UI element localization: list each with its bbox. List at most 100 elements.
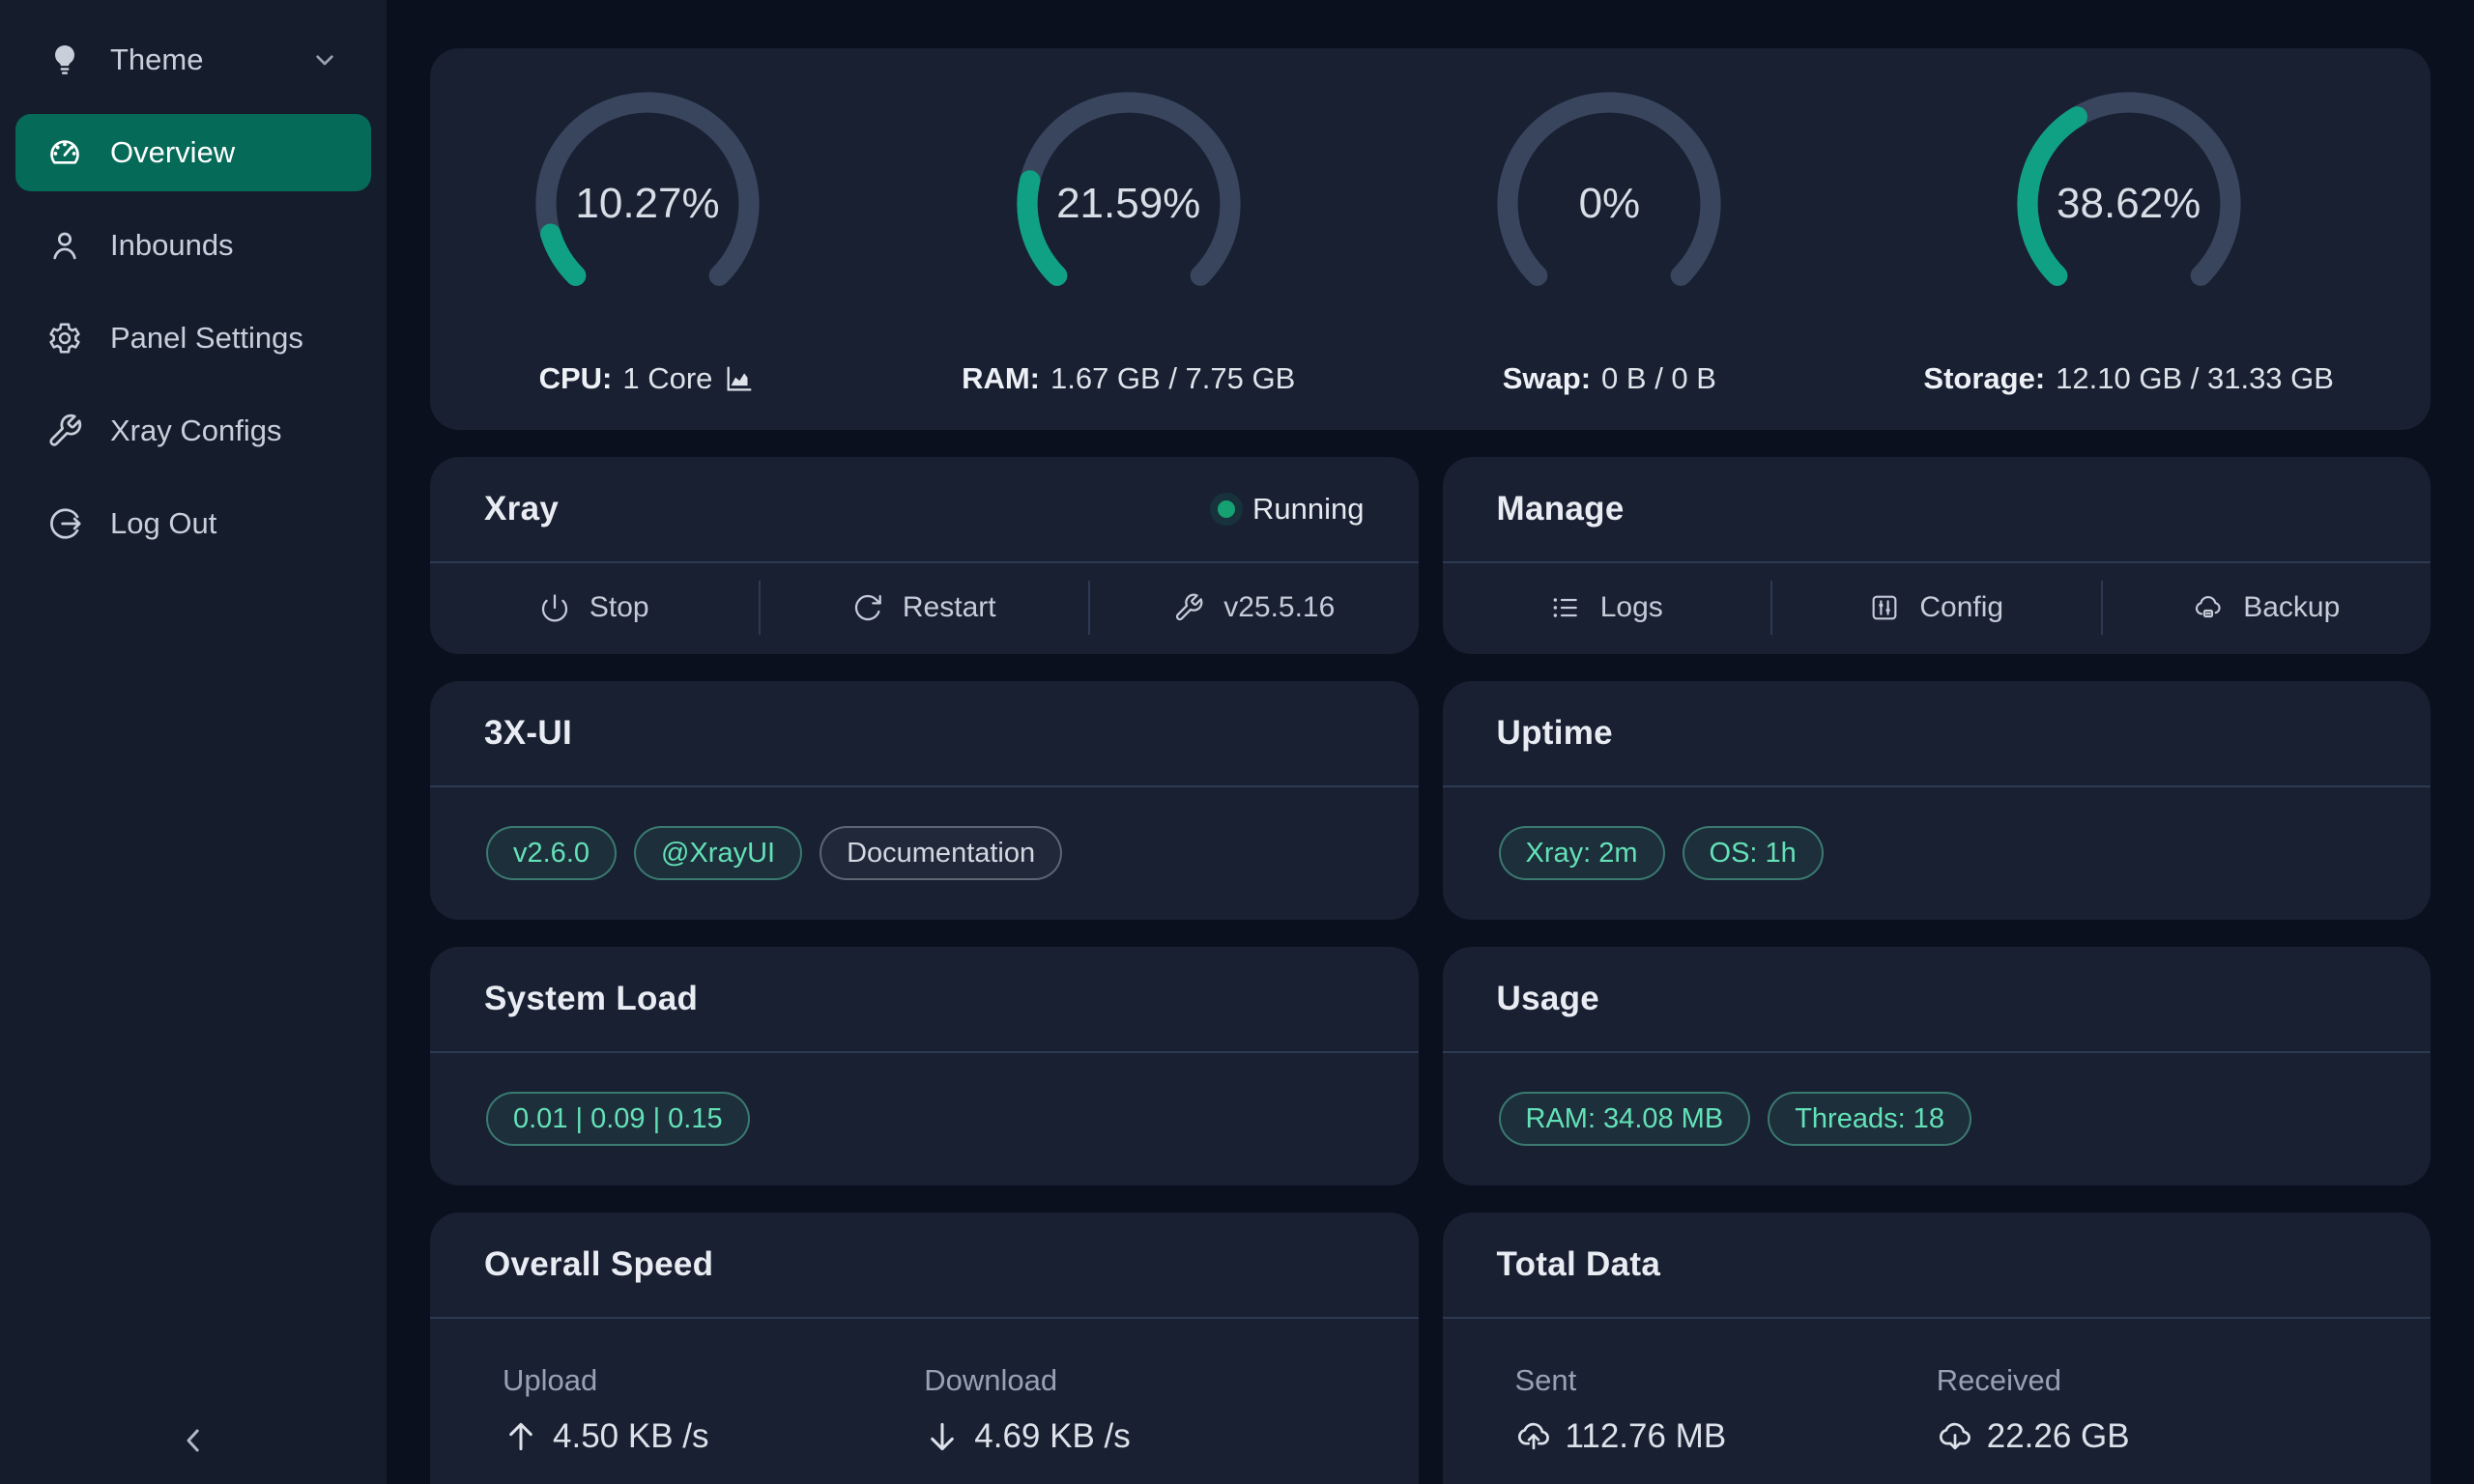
tag-xray-2m: Xray: 2m	[1499, 826, 1665, 880]
gear-icon	[46, 320, 83, 357]
cloud-backup-icon	[2193, 592, 2224, 623]
gauge-percent: 10.27%	[527, 83, 768, 325]
sidebar-item-inbounds[interactable]: Inbounds	[15, 207, 371, 284]
card-title: Overall Speed	[484, 1245, 713, 1284]
logs-button[interactable]: Logs	[1443, 563, 1771, 652]
sidebar-item-label: Panel Settings	[110, 321, 303, 356]
manage-actions: Logs Config Backup	[1443, 563, 2431, 652]
gauges-row: 10.27%CPU:1 Core 21.59% RAM:1.67 GB / 7.75…	[430, 83, 2431, 396]
gauge-label: RAM:1.67 GB / 7.75 GB	[962, 361, 1295, 396]
card-header: Overall Speed	[430, 1213, 1419, 1319]
xray-actions: Stop Restart v25.5.16	[430, 563, 1419, 652]
action-label: Config	[1919, 591, 2003, 624]
xray-status-badge: Running	[1218, 492, 1364, 527]
card-header: Total Data	[1443, 1213, 2431, 1319]
system-load-tags: 0.01 | 0.09 | 0.15	[430, 1053, 1419, 1184]
swap-gauge: 0% Swap: 0 B / 0 B	[1488, 83, 1730, 396]
manage-card: Manage Logs Config Backup	[1443, 457, 2431, 654]
gauge-label-value: 1 Core	[622, 361, 712, 396]
action-label: Stop	[590, 591, 649, 624]
download-stat: Download4.69 KB /s	[924, 1363, 1345, 1456]
backup-button[interactable]: Backup	[2103, 563, 2431, 652]
cpu-gauge: 10.27%CPU:1 Core	[527, 83, 768, 396]
wrench-icon	[46, 413, 83, 449]
tag-os-1h: OS: 1h	[1683, 826, 1824, 880]
card-title: 3X-UI	[484, 714, 572, 753]
stat-label: Sent	[1515, 1363, 1937, 1398]
action-label: Logs	[1600, 591, 1663, 624]
card-header: System Load	[430, 947, 1419, 1053]
arrow-up-icon	[503, 1418, 539, 1455]
card-header: Manage	[1443, 457, 2431, 563]
uptime-tags: Xray: 2m OS: 1h	[1443, 787, 2431, 919]
xui-tags: v2.6.0 @XrayUI Documentation	[430, 787, 1419, 919]
sidebar-item-overview[interactable]: Overview	[15, 114, 371, 191]
sidebar-collapse-button[interactable]	[170, 1418, 216, 1465]
gauge-label-value: 0 B / 0 B	[1601, 361, 1716, 396]
version-button[interactable]: v25.5.16	[1090, 563, 1419, 652]
cards-grid: Xray Running Stop Restart v25.5.16 Manage …	[430, 457, 2431, 1484]
action-label: Backup	[2243, 591, 2340, 624]
logout-icon	[46, 505, 83, 542]
action-label: Restart	[903, 591, 996, 624]
gauge-label-value: 12.10 GB / 31.33 GB	[2056, 361, 2334, 396]
lightbulb-icon	[46, 42, 83, 78]
tag-xrayui[interactable]: @XrayUI	[634, 826, 802, 880]
card-header: 3X-UI	[430, 681, 1419, 787]
stat-value-text: 22.26 GB	[1987, 1417, 2130, 1456]
list-icon	[1550, 592, 1581, 623]
sidebar-item-label: Log Out	[110, 506, 216, 541]
card-title: System Load	[484, 980, 698, 1018]
theme-label: Theme	[110, 43, 203, 77]
tag-ram-34-08-mb: RAM: 34.08 MB	[1499, 1092, 1751, 1146]
card-title: Xray	[484, 490, 559, 528]
gauge-percent: 38.62%	[2008, 83, 2250, 325]
stat-value: 112.76 MB	[1515, 1417, 1937, 1456]
xray-card: Xray Running Stop Restart v25.5.16	[430, 457, 1419, 654]
gauge-ring: 0%	[1488, 83, 1730, 325]
status-label: Running	[1252, 492, 1364, 527]
card-header: Xray Running	[430, 457, 1419, 563]
power-icon	[539, 592, 570, 623]
sidebar-item-label: Inbounds	[110, 228, 234, 263]
stat-value: 4.50 KB /s	[503, 1417, 924, 1456]
chevron-down-icon	[309, 44, 340, 75]
system-gauges-card: 10.27%CPU:1 Core 21.59% RAM:1.67 GB / 7.75…	[430, 48, 2431, 430]
sidebar-item-logout[interactable]: Log Out	[15, 485, 371, 562]
storage-gauge: 38.62%Storage:12.10 GB / 31.33 GB	[1923, 83, 2334, 396]
tag-v2-6-0[interactable]: v2.6.0	[486, 826, 617, 880]
theme-menu[interactable]: Theme	[15, 21, 371, 99]
person-icon	[46, 227, 83, 264]
sliders-icon	[1869, 592, 1900, 623]
xui-card: 3X-UI v2.6.0 @XrayUI Documentation	[430, 681, 1419, 920]
overall-speed-card: Overall Speed Upload 4.50 KB /sDownload4.…	[430, 1213, 1419, 1484]
card-header: Usage	[1443, 947, 2431, 1053]
stat-label: Received	[1937, 1363, 2358, 1398]
main-content: 10.27%CPU:1 Core 21.59% RAM:1.67 GB / 7.75…	[387, 0, 2474, 1484]
tag-0-01-0-09-0-15: 0.01 | 0.09 | 0.15	[486, 1092, 750, 1146]
card-header: Uptime	[1443, 681, 2431, 787]
data-stats: Sent 112.76 MBReceived 22.26 GB	[1443, 1319, 2431, 1456]
sidebar-item-panel-settings[interactable]: Panel Settings	[15, 300, 371, 377]
restart-button[interactable]: Restart	[761, 563, 1089, 652]
tag-documentation[interactable]: Documentation	[820, 826, 1062, 880]
tag-threads-18: Threads: 18	[1768, 1092, 1971, 1146]
stat-value-text: 4.69 KB /s	[974, 1417, 1130, 1456]
gauge-label: Swap: 0 B / 0 B	[1503, 361, 1716, 396]
cloud-download-icon	[1937, 1418, 1973, 1455]
gauge-label-prefix: Swap:	[1503, 361, 1591, 396]
card-title: Uptime	[1497, 714, 1613, 753]
config-button[interactable]: Config	[1772, 563, 2101, 652]
sidebar-item-xray-configs[interactable]: Xray Configs	[15, 392, 371, 470]
stat-label: Upload	[503, 1363, 924, 1398]
received-stat: Received 22.26 GB	[1937, 1363, 2358, 1456]
speed-stats: Upload 4.50 KB /sDownload4.69 KB /s	[430, 1319, 1419, 1456]
gauge-ring: 38.62%	[2008, 83, 2250, 325]
stop-button[interactable]: Stop	[430, 563, 759, 652]
sidebar-item-label: Xray Configs	[110, 414, 281, 448]
sent-stat: Sent 112.76 MB	[1515, 1363, 1937, 1456]
area-chart-icon[interactable]	[723, 362, 756, 395]
sidebar: Theme Overview Inbounds Panel Settings X…	[0, 0, 387, 1484]
gauge-ring: 21.59%	[1008, 83, 1250, 325]
gauge-percent: 21.59%	[1008, 83, 1250, 325]
